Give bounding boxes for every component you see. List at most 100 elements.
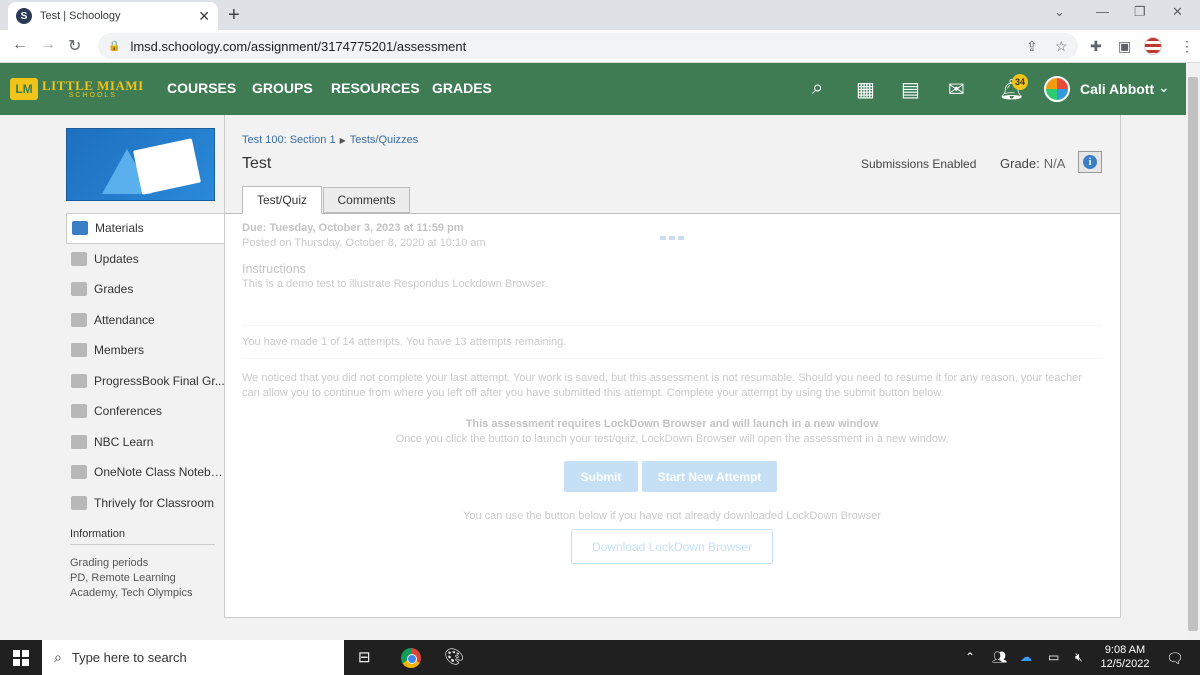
user-menu-chevron-icon[interactable]: ⌄: [1158, 79, 1170, 96]
forward-icon[interactable]: →: [40, 36, 56, 54]
tab-search-chevron-icon[interactable]: ⌄: [1054, 4, 1065, 20]
chrome-taskbar-icon[interactable]: [401, 648, 421, 668]
unfinished-attempt-notice: We noticed that you did not complete you…: [242, 372, 1082, 399]
grade-display: Grade: N/A: [1000, 156, 1065, 171]
tab-close-icon[interactable]: ✕: [198, 8, 210, 25]
paint-taskbar-icon[interactable]: 🎨︎: [444, 647, 464, 667]
sidebar-item-onenote[interactable]: OneNote Class Notebo...: [66, 457, 225, 488]
volume-muted-icon[interactable]: 🔇︎: [1075, 650, 1083, 665]
apps-grid-icon[interactable]: ▦: [856, 77, 875, 102]
share-icon[interactable]: ⇪: [1026, 38, 1038, 55]
grading-periods-value: PD, Remote Learning Academy, Tech Olympi…: [70, 572, 193, 599]
browser-tab[interactable]: S Test | Schoology ✕: [8, 2, 218, 30]
sidebar-item-grades[interactable]: Grades: [66, 274, 225, 305]
sidebar-item-materials[interactable]: Materials: [66, 213, 226, 244]
breadcrumb-separator-icon: ▶: [339, 136, 346, 145]
sidebar-item-thrively[interactable]: Thrively for Classroom: [66, 488, 225, 519]
search-icon[interactable]: ⌕: [812, 77, 823, 100]
due-date: Due: Tuesday, October 3, 2023 at 11:59 p…: [242, 222, 464, 234]
new-tab-icon[interactable]: +: [228, 4, 240, 27]
nav-groups[interactable]: GROUPS: [252, 80, 313, 96]
bookmark-star-icon[interactable]: ☆: [1055, 38, 1068, 55]
sidebar-item-label: OneNote Class Notebo...: [94, 465, 225, 480]
information-block: Grading periods PD, Remote Learning Acad…: [70, 556, 215, 601]
back-icon[interactable]: ←: [12, 36, 28, 54]
thrively-icon: [71, 495, 87, 510]
tab-comments[interactable]: Comments: [323, 187, 410, 213]
sidebar-item-label: Attendance: [94, 312, 155, 327]
taskbar-search-input[interactable]: ⌕ Type here to search: [42, 640, 344, 675]
sidebar-item-label: NBC Learn: [94, 434, 154, 449]
grading-periods-label: Grading periods: [70, 557, 149, 569]
start-new-attempt-button[interactable]: Start New Attempt: [642, 461, 777, 492]
onedrive-icon[interactable]: ☁: [1020, 650, 1032, 664]
windows-taskbar: ⌕ Type here to search ⊟ 🎨︎ ⌃ 👥︎ ☁ ▭ 🔇︎ 9…: [0, 640, 1200, 675]
scrollbar-thumb[interactable]: [1188, 77, 1198, 631]
taskbar-search-placeholder: Type here to search: [71, 650, 187, 665]
sidebar-item-label: Updates: [94, 251, 139, 266]
logo-subtext: SCHOOLS: [68, 91, 117, 99]
course-image-book: [132, 138, 202, 195]
tab-test-quiz[interactable]: Test/Quiz: [242, 186, 322, 214]
tray-chevron-icon[interactable]: ⌃: [965, 650, 975, 664]
info-icon: i: [1083, 155, 1097, 169]
grade-label: Grade:: [1000, 156, 1040, 171]
task-view-icon[interactable]: ⊟: [358, 648, 371, 666]
onenote-icon: [71, 465, 87, 480]
sidebar-item-label: Grades: [94, 282, 134, 297]
browser-tabstrip: S Test | Schoology ✕ + ⌄ — ❐ ✕: [0, 0, 1200, 30]
school-logo[interactable]: LM LITTLE MIAMI SCHOOLS: [10, 77, 144, 101]
address-bar[interactable]: 🔒 lmsd.schoology.com/assignment/31747752…: [98, 33, 1078, 59]
windows-start-icon[interactable]: [13, 650, 29, 666]
side-panel-icon[interactable]: ▣: [1118, 38, 1131, 55]
minimize-icon[interactable]: —: [1096, 4, 1109, 19]
messages-icon[interactable]: ✉: [948, 77, 965, 102]
info-button[interactable]: i: [1078, 151, 1102, 173]
materials-icon: [72, 221, 88, 236]
menu-icon[interactable]: ⋮: [1180, 38, 1194, 55]
page-title: Test: [242, 155, 272, 172]
sidebar-item-members[interactable]: Members: [66, 335, 225, 366]
extensions-icon[interactable]: ✚: [1090, 38, 1102, 55]
nav-grades[interactable]: GRADES: [432, 80, 492, 96]
sidebar-item-attendance[interactable]: Attendance: [66, 305, 225, 336]
breadcrumb-course-link[interactable]: Test 100: Section 1: [242, 134, 336, 146]
course-sidebar: Materials Updates Grades Attendance Memb…: [66, 213, 226, 519]
page-scrollbar[interactable]: [1186, 63, 1200, 640]
calendar-icon[interactable]: ▤: [901, 77, 920, 102]
nav-courses[interactable]: COURSES: [167, 80, 236, 96]
nav-resources[interactable]: RESOURCES: [331, 80, 420, 96]
sidebar-item-progressbook[interactable]: ProgressBook Final Gr...: [66, 366, 225, 397]
restore-icon[interactable]: ❐: [1134, 4, 1146, 20]
divider: [242, 325, 1102, 326]
sidebar-item-label: Materials: [95, 221, 144, 236]
battery-icon[interactable]: ▭: [1048, 650, 1059, 664]
breadcrumb: Test 100: Section 1 ▶ Tests/Quizzes: [242, 134, 418, 146]
sidebar-item-conferences[interactable]: Conferences: [66, 396, 225, 427]
user-avatar[interactable]: [1044, 76, 1070, 102]
profile-avatar-icon[interactable]: [1144, 37, 1162, 55]
course-profile-image[interactable]: [66, 128, 215, 201]
download-lockdown-button[interactable]: Download LockDown Browser: [571, 529, 773, 564]
people-icon[interactable]: 👥︎: [992, 650, 1007, 664]
taskbar-clock[interactable]: 9:08 AM 12/5/2022: [1100, 643, 1150, 671]
close-window-icon[interactable]: ✕: [1172, 4, 1183, 20]
search-icon: ⌕: [54, 649, 62, 665]
user-name[interactable]: Cali Abbott: [1080, 81, 1154, 97]
notification-center-icon[interactable]: 🗨︎: [1166, 650, 1184, 667]
progressbook-icon: [71, 373, 87, 388]
sidebar-item-nbc-learn[interactable]: NBC Learn: [66, 427, 225, 458]
posted-date: Posted on Thursday, October 8, 2020 at 1…: [242, 237, 486, 249]
attendance-icon: [71, 312, 87, 327]
breadcrumb-tests-link[interactable]: Tests/Quizzes: [350, 134, 418, 146]
reload-icon[interactable]: ↻: [68, 36, 81, 56]
clock-time: 9:08 AM: [1104, 644, 1146, 656]
tab-title: Test | Schoology: [40, 10, 121, 22]
submit-button[interactable]: Submit: [564, 461, 638, 492]
logo-text: LITTLE MIAMI: [42, 77, 144, 93]
sidebar-item-updates[interactable]: Updates: [66, 244, 225, 275]
instructions-heading: Instructions: [242, 262, 306, 276]
loading-indicator-icon: [660, 236, 684, 240]
members-icon: [71, 343, 87, 358]
sidebar-item-label: Conferences: [94, 404, 163, 419]
